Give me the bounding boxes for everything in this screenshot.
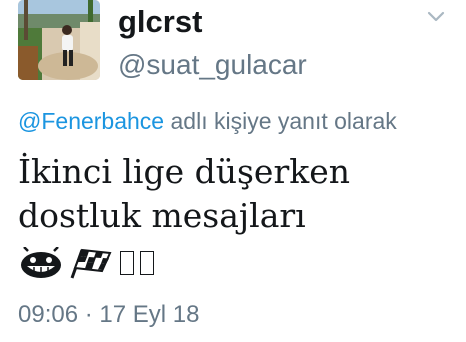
user-handle[interactable]: @suat_gulacar: [118, 48, 307, 82]
tweet-time: 09:06: [18, 301, 79, 328]
tweet-date: 17 Eyl 18: [99, 301, 200, 328]
checkered-flag-icon: [70, 248, 112, 279]
reply-context: @Fenerbahce adlı kişiye yanıt olarak: [18, 106, 397, 136]
tweet-text-line-2: dostluk mesajları: [18, 196, 306, 235]
reply-mention-link[interactable]: @Fenerbahce: [18, 108, 164, 134]
tweet-text-line-1: İkinci lige düşerken: [18, 152, 351, 191]
tweet-timestamp[interactable]: 09:06 · 17 Eyl 18: [18, 300, 199, 330]
display-name[interactable]: glcrst: [118, 4, 202, 40]
tweet-emojis: [18, 246, 154, 280]
avatar[interactable]: [18, 0, 100, 80]
unknown-glyph-box: [140, 251, 154, 275]
chevron-down-icon[interactable]: [425, 8, 447, 26]
grinning-face-icon: [21, 247, 61, 278]
avatar-photo: [18, 0, 100, 80]
tweet-text: İkinci lige düşerken dostluk mesajları: [18, 150, 448, 238]
unknown-glyph-box: [120, 251, 134, 275]
reply-suffix: adlı kişiye yanıt olarak: [170, 108, 397, 134]
timestamp-separator: ·: [84, 301, 93, 328]
